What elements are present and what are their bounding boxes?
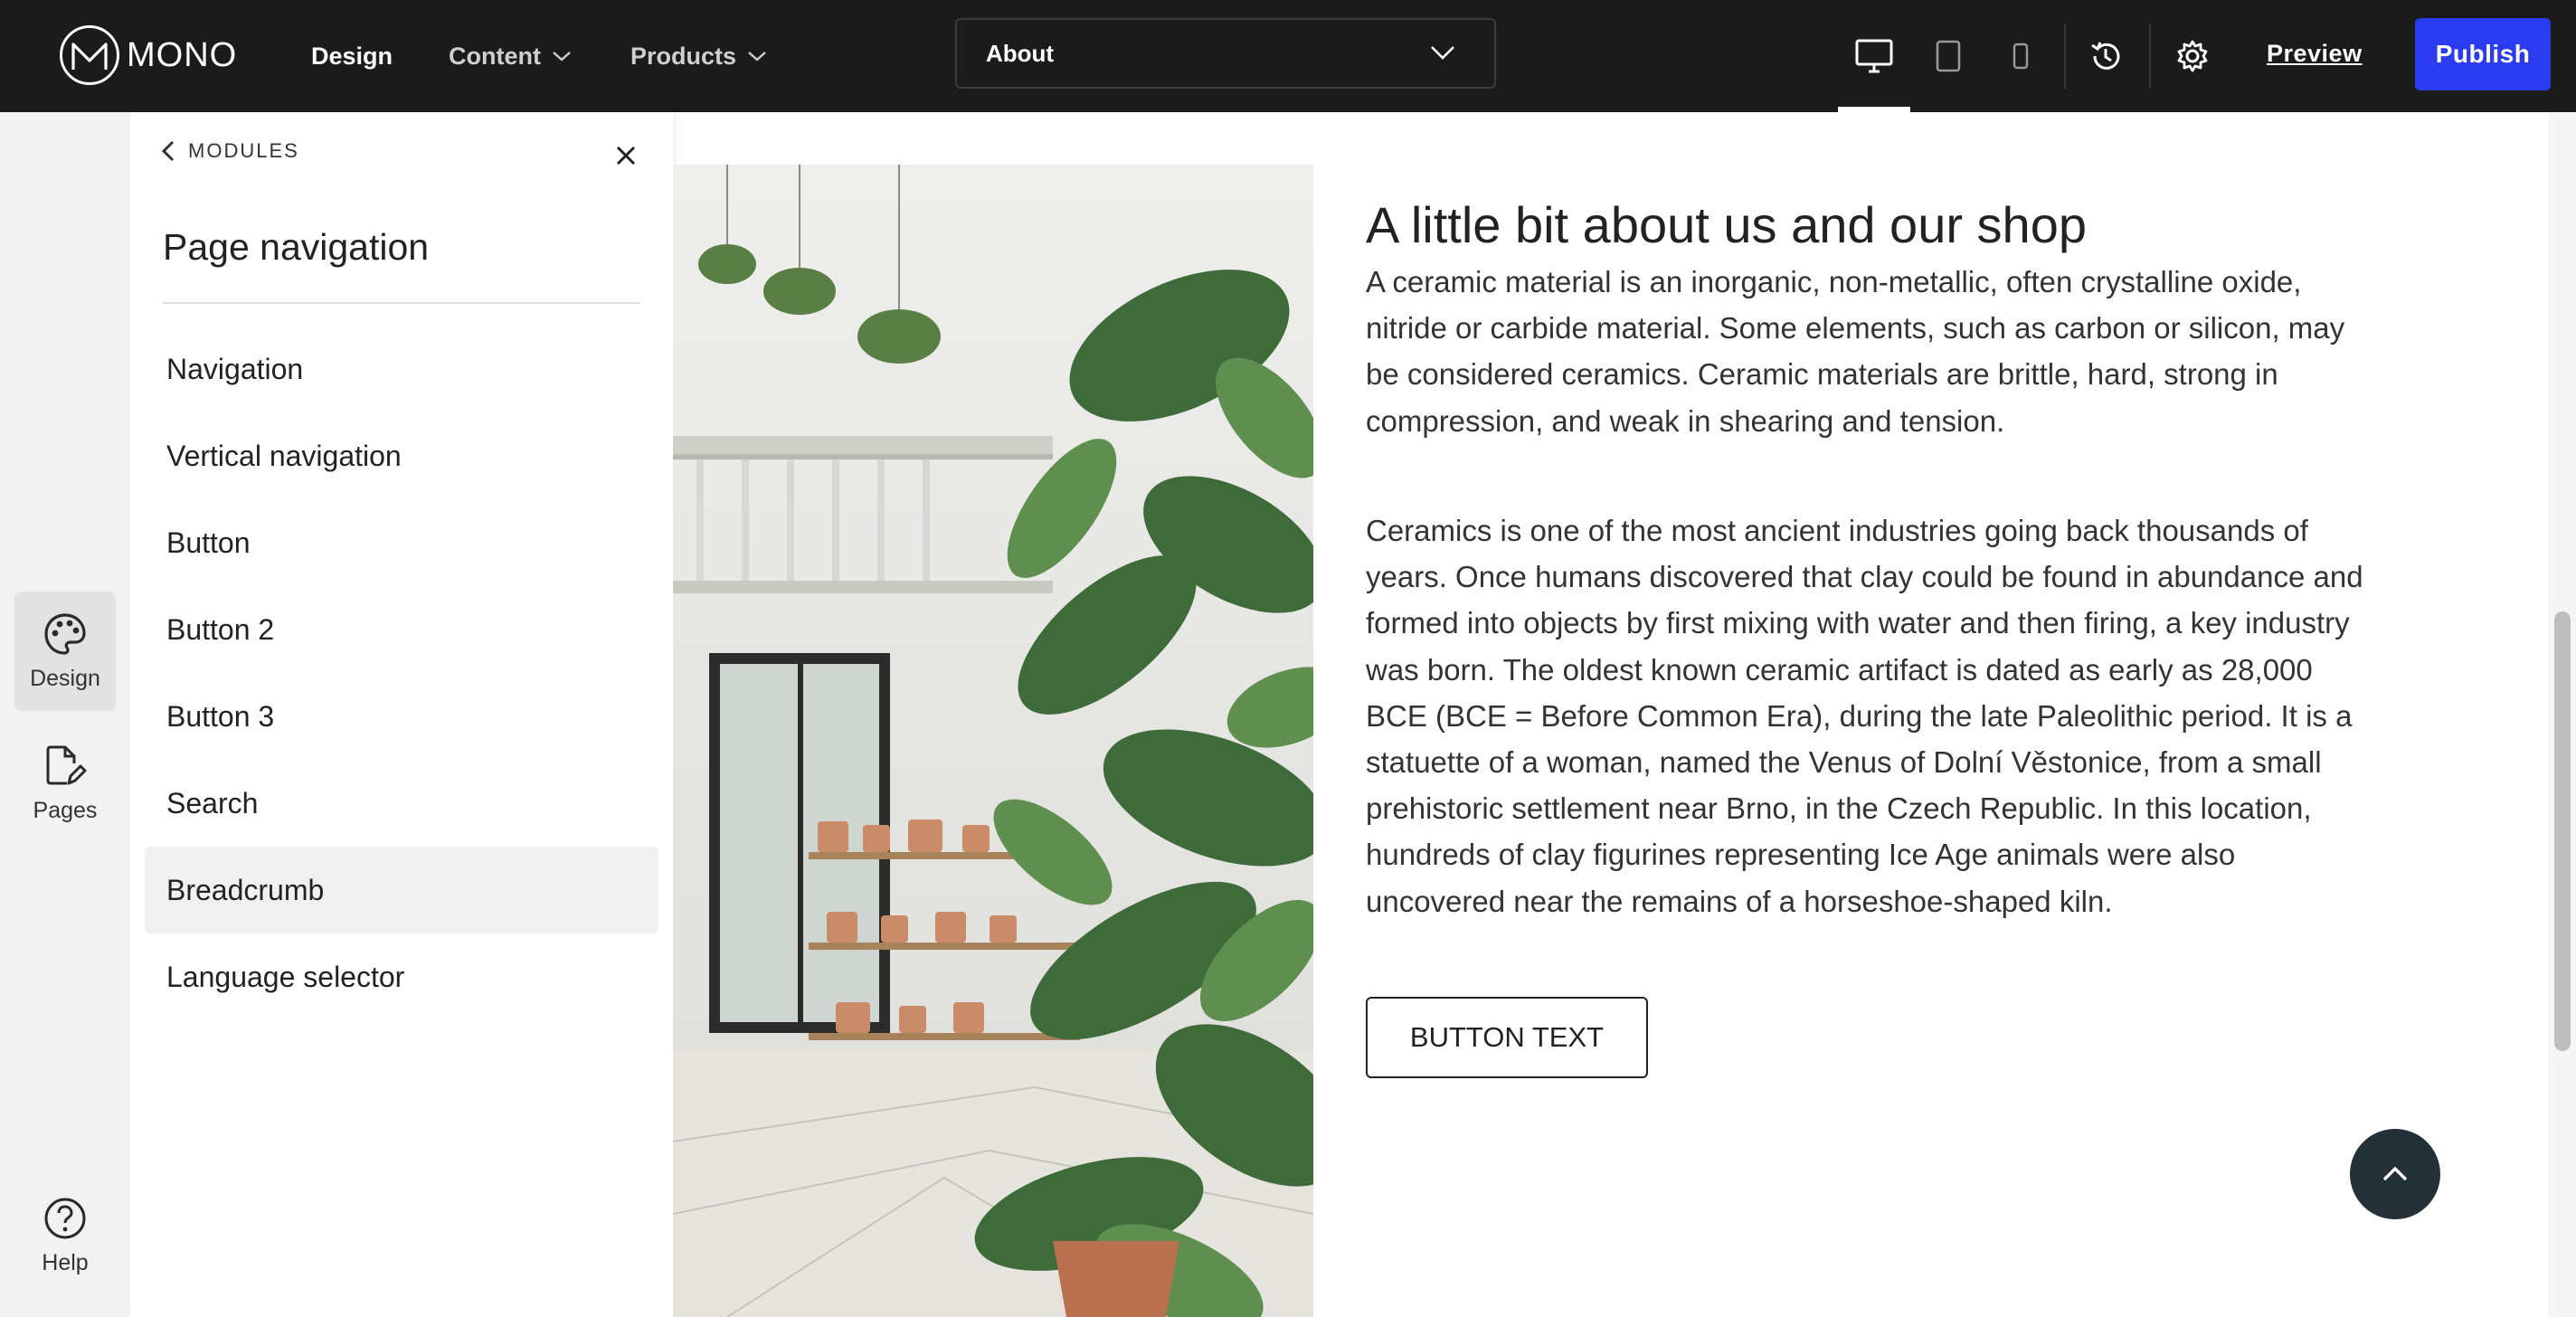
- menu-content-label: Content: [449, 42, 541, 70]
- close-icon[interactable]: [610, 139, 642, 172]
- divider: [163, 302, 640, 304]
- palette-icon: [44, 612, 86, 655]
- history-icon[interactable]: [2080, 31, 2131, 81]
- help-label: Help: [42, 1249, 89, 1275]
- panel-title: Page navigation: [163, 226, 430, 268]
- module-item-button[interactable]: Button: [145, 499, 658, 586]
- top-bar: MONO Design Content Products About Previ…: [0, 0, 2576, 112]
- help-button[interactable]: Help: [14, 1176, 116, 1295]
- logo-text: MONO: [127, 35, 238, 74]
- content-button[interactable]: BUTTON TEXT: [1366, 997, 1648, 1078]
- rail-item-label: Design: [30, 665, 100, 691]
- rail-item-pages[interactable]: Pages: [14, 724, 116, 843]
- modules-panel: MODULES Page navigation Navigation Verti…: [130, 112, 673, 1317]
- toolbar-divider: [2064, 24, 2066, 89]
- back-label: MODULES: [188, 139, 299, 162]
- chevron-down-icon: [748, 52, 766, 62]
- preview-link[interactable]: Preview: [2267, 40, 2363, 68]
- back-to-modules[interactable]: MODULES: [161, 139, 299, 163]
- page-select-value: About: [986, 39, 1055, 67]
- chevron-left-icon: [161, 140, 175, 162]
- desktop-icon[interactable]: [1849, 31, 1899, 81]
- chevron-up-icon: [2382, 1166, 2408, 1181]
- module-item-navigation[interactable]: Navigation: [145, 326, 658, 412]
- paragraph-1: A ceramic material is an inorganic, non-…: [1366, 265, 2345, 438]
- chevron-down-icon: [1431, 46, 1454, 60]
- rail-item-label: Pages: [33, 797, 98, 823]
- module-item-search[interactable]: Search: [145, 760, 658, 847]
- help-icon: [44, 1198, 86, 1238]
- scrollbar-thumb[interactable]: [2554, 611, 2571, 1051]
- logo-mark: [60, 25, 119, 85]
- module-item-breadcrumb[interactable]: Breadcrumb: [145, 847, 658, 933]
- active-device-indicator: [1838, 107, 1910, 112]
- chevron-down-icon: [553, 52, 571, 62]
- module-item-vertical-navigation[interactable]: Vertical navigation: [145, 412, 658, 499]
- module-item-button-3[interactable]: Button 3: [145, 673, 658, 760]
- gear-icon[interactable]: [2167, 31, 2218, 81]
- mobile-icon[interactable]: [1995, 31, 2046, 81]
- logo[interactable]: MONO: [60, 24, 241, 87]
- menu-design[interactable]: Design: [311, 36, 393, 76]
- menu-content[interactable]: Content: [449, 36, 572, 76]
- pages-edit-icon: [46, 745, 87, 784]
- menu-products[interactable]: Products: [630, 36, 767, 76]
- rail-item-design[interactable]: Design: [14, 592, 116, 711]
- paragraph-2: Ceramics is one of the most ancient indu…: [1366, 514, 2363, 918]
- tablet-icon[interactable]: [1923, 31, 1974, 81]
- menu-design-label: Design: [311, 42, 393, 70]
- page-select[interactable]: About: [955, 18, 1496, 89]
- shop-interior-photo: [673, 165, 1313, 1317]
- publish-button[interactable]: Publish: [2415, 18, 2551, 90]
- module-item-button-2[interactable]: Button 2: [145, 586, 658, 673]
- scroll-to-top-button[interactable]: [2350, 1129, 2440, 1219]
- toolbar-divider: [2149, 24, 2151, 89]
- menu-products-label: Products: [630, 42, 737, 70]
- left-rail: Design Pages Help: [0, 112, 130, 1317]
- module-item-language-selector[interactable]: Language selector: [145, 933, 658, 1020]
- section-title: A little bit about us and our shop: [1366, 195, 2087, 253]
